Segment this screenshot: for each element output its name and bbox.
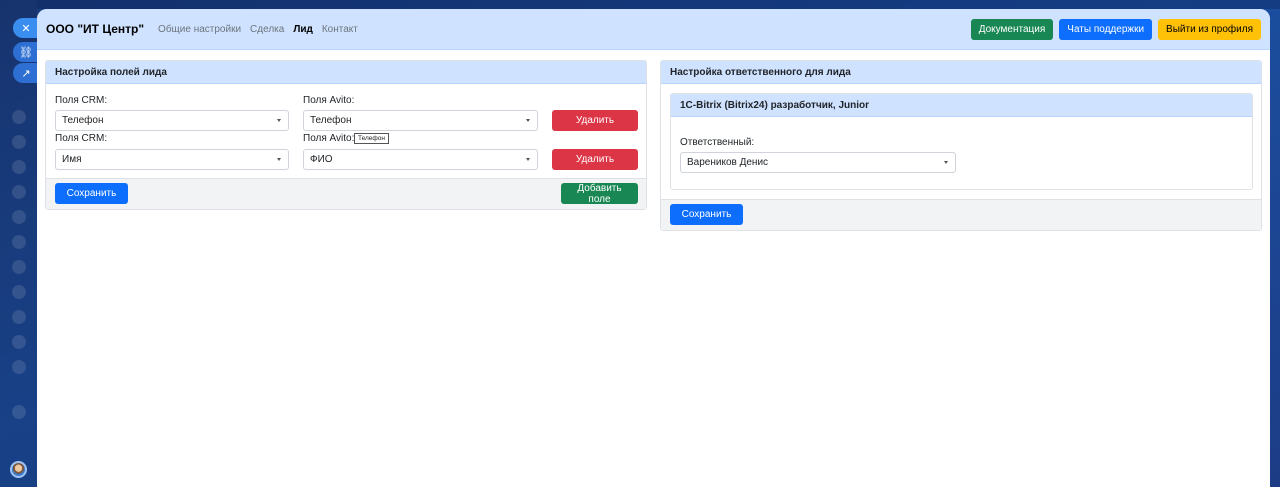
host-sidebar-icon [12,360,26,374]
crm-field-select[interactable]: Телефон [55,110,289,131]
close-icon[interactable]: ✕ [13,18,39,38]
lead-fields-footer: Сохранить Добавить поле [46,178,646,209]
crm-field-label: Поля CRM: [55,95,108,106]
nav-link-lead[interactable]: Лид [293,24,313,35]
host-sidebar-icon [12,335,26,349]
crm-field-select[interactable]: Имя [55,149,289,170]
lead-fields-card: Настройка полей лида Поля CRM: Телефон П… [45,60,647,210]
add-field-button[interactable]: Добавить поле [561,183,638,205]
avito-field-select[interactable]: Телефон [303,110,538,131]
avito-field-label: Поля Avito: [303,133,355,144]
host-sidebar-icon [12,235,26,249]
lead-fields-title: Настройка полей лида [46,61,646,84]
host-sidebar-icon [12,260,26,274]
chevron-down-icon [526,119,530,122]
host-sidebar-icon [12,160,26,174]
avito-field-value: Телефон [310,115,352,126]
host-sidebar-icon [12,310,26,324]
chevron-down-icon [526,158,530,161]
external-link-icon[interactable]: ↗ [13,63,39,83]
crm-field-value: Имя [62,154,82,165]
save-button[interactable]: Сохранить [670,204,743,225]
responsible-title: Настройка ответственного для лида [661,61,1261,84]
responsible-label: Ответственный: [680,137,755,148]
responsible-card: Настройка ответственного для лида 1С-Bit… [660,60,1262,231]
brand[interactable]: ООО "ИТ Центр" [46,22,144,36]
nav-link-contact[interactable]: Контакт [322,24,358,35]
vacancy-title: 1С-Bitrix (Bitrix24) разработчик, Junior [671,94,1252,117]
documentation-button[interactable]: Документация [970,18,1054,40]
support-chats-button[interactable]: Чаты поддержки [1059,18,1153,40]
host-sidebar-icon [12,285,26,299]
delete-field-button[interactable]: Удалить [552,149,638,170]
avatar[interactable] [10,461,27,478]
avito-field-value: ФИО [310,154,333,165]
crm-field-label: Поля CRM: [55,133,108,144]
chevron-down-icon [277,119,281,122]
host-sidebar-icon [12,110,26,124]
host-sidebar-icon [12,135,26,149]
host-sidebar-icon [12,405,26,419]
responsible-select[interactable]: Вареников Денис [680,152,956,173]
avito-field-select[interactable]: ФИО [303,149,538,170]
navbar: ООО "ИТ Центр" Общие настройки Сделка Ли… [37,9,1270,50]
save-button[interactable]: Сохранить [55,183,128,204]
host-sidebar-icon [12,210,26,224]
host-sidebar-icon [12,185,26,199]
responsible-value: Вареников Денис [687,157,769,168]
nav-link-deal[interactable]: Сделка [250,24,284,35]
nav-link-general[interactable]: Общие настройки [158,24,241,35]
app-panel: ООО "ИТ Центр" Общие настройки Сделка Ли… [37,9,1270,487]
chevron-down-icon [944,161,948,164]
logout-button[interactable]: Выйти из профиля [1158,18,1261,40]
tooltip: Телефон [354,133,389,144]
vacancy-card: 1С-Bitrix (Bitrix24) разработчик, Junior… [670,93,1253,190]
crm-field-value: Телефон [62,115,104,126]
avito-field-label: Поля Avito: [303,95,355,106]
link-icon[interactable]: ⛓ [13,42,39,62]
delete-field-button[interactable]: Удалить [552,110,638,131]
host-topbar [37,0,1280,9]
chevron-down-icon [277,158,281,161]
responsible-footer: Сохранить [661,199,1261,230]
